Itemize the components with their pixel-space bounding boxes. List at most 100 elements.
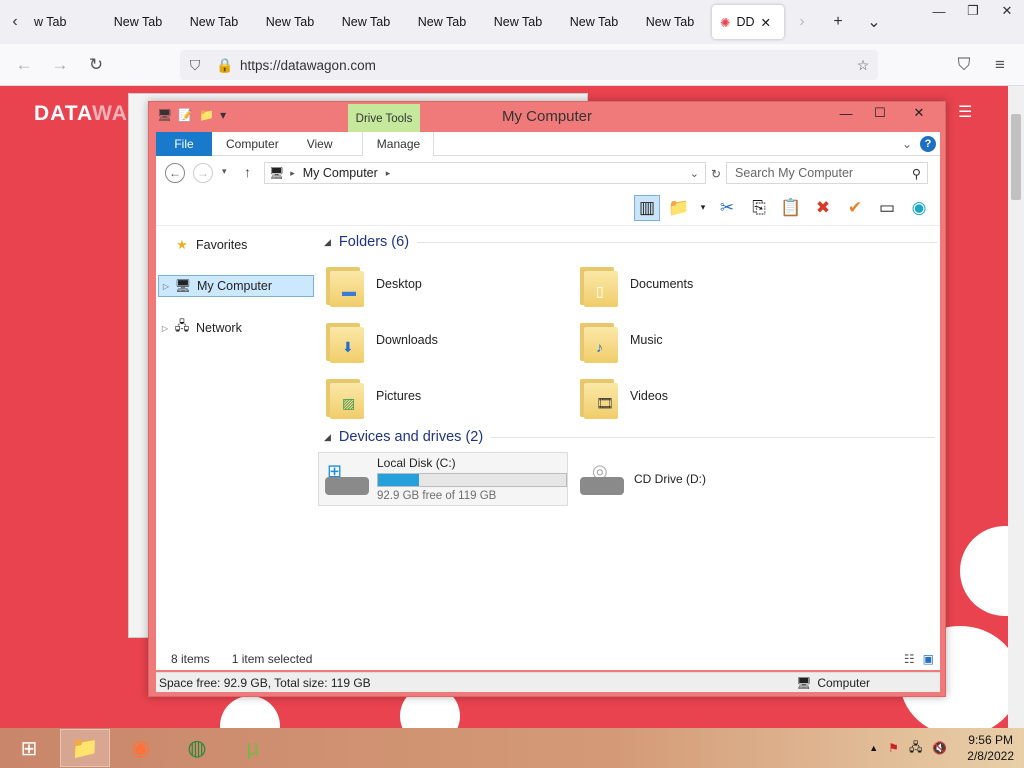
tray-overflow-icon[interactable]: ▲ xyxy=(869,743,878,753)
help-icon[interactable]: ? xyxy=(920,135,936,152)
devices-group-header[interactable]: ◢ Devices and drives (2) xyxy=(324,429,936,445)
close-tab-icon[interactable]: ✕ xyxy=(761,15,771,30)
folder-videos[interactable]: 🎞 Videos xyxy=(578,368,668,424)
browser-tab[interactable]: New Tab xyxy=(252,0,328,44)
forward-icon[interactable]: → xyxy=(193,163,213,183)
forward-icon[interactable]: → xyxy=(42,49,78,81)
search-icon[interactable]: ⚲ xyxy=(912,166,921,181)
back-icon[interactable]: ← xyxy=(6,49,42,81)
expand-arrow-icon[interactable]: ▷ xyxy=(158,324,172,333)
details-view-icon[interactable]: ☷ xyxy=(904,652,915,666)
status-bar: 8 items 1 item selected ☷ ▣ xyxy=(156,648,940,670)
collapse-arrow-icon[interactable]: ◢ xyxy=(324,432,331,443)
expand-arrow-icon[interactable]: ▷ xyxy=(159,282,173,291)
nav-network[interactable]: ▷ 🖧 Network xyxy=(158,317,314,339)
space-info: Space free: 92.9 GB, Total size: 119 GB xyxy=(159,675,371,690)
maximize-icon[interactable]: ☐ xyxy=(863,102,897,124)
action-center-flag-icon[interactable]: ⚑ xyxy=(888,741,899,755)
clock[interactable]: 9:56 PM 2/8/2022 xyxy=(967,732,1014,764)
preview-pane-icon[interactable]: ▥ xyxy=(634,194,660,221)
bookmark-star-icon[interactable]: ☆ xyxy=(848,57,878,74)
tab-list-chevron-icon[interactable]: ⌄ xyxy=(856,0,892,44)
browser-tab[interactable]: w Tab xyxy=(30,0,100,44)
folder-music[interactable]: ♪ Music xyxy=(578,312,663,368)
pocket-icon[interactable]: ⛉ xyxy=(946,49,982,81)
documents-folder-icon: ▯ xyxy=(578,261,620,307)
hamburger-icon[interactable]: ☰ xyxy=(958,102,974,122)
lock-icon[interactable]: 🔒 xyxy=(210,57,240,74)
browser-tab[interactable]: New Tab xyxy=(404,0,480,44)
paste-icon[interactable]: 📋 xyxy=(778,195,804,221)
url-bar[interactable]: ⛉ 🔒 https://datawagon.com ☆ xyxy=(180,50,878,80)
back-icon[interactable]: ← xyxy=(165,163,185,183)
folders-group-header[interactable]: ◢ Folders (6) xyxy=(324,234,938,250)
tab-scroll-right-icon[interactable]: › xyxy=(784,0,820,44)
checkmark-icon[interactable]: ✔ xyxy=(842,195,868,221)
tab-file[interactable]: File xyxy=(156,131,212,156)
address-field[interactable]: 🖥 ▸ My Computer ▸ ⌄ xyxy=(264,162,706,184)
browser-tab-active[interactable]: ✺ DD ✕ xyxy=(712,5,784,39)
page-scrollbar[interactable] xyxy=(1008,86,1024,728)
rename-icon[interactable]: ▭ xyxy=(874,195,900,221)
windows-start-icon[interactable]: ⊞ xyxy=(4,729,54,767)
browser-tab[interactable]: New Tab xyxy=(176,0,252,44)
breadcrumb-chevron-icon[interactable]: ▸ xyxy=(386,168,391,179)
copy-icon[interactable]: ⎘ xyxy=(746,195,772,221)
scrollbar-thumb[interactable] xyxy=(1011,114,1021,200)
reload-icon[interactable]: ↻ xyxy=(78,49,114,81)
pictures-folder-icon: ▨ xyxy=(324,373,366,419)
tab-scroll-left-icon[interactable]: ‹ xyxy=(0,0,30,44)
search-input[interactable]: Search My Computer ⚲ xyxy=(726,162,928,184)
tab-manage[interactable]: Manage xyxy=(362,131,435,156)
browser-tab[interactable]: New Tab xyxy=(556,0,632,44)
folder-desktop[interactable]: ▬ Desktop xyxy=(324,256,422,312)
utorrent-taskbar-icon[interactable]: µ xyxy=(228,729,278,767)
new-tab-icon[interactable]: + xyxy=(820,0,856,44)
minimize-icon[interactable]: — xyxy=(829,102,863,124)
browser-tab[interactable]: New Tab xyxy=(100,0,176,44)
close-window-icon[interactable]: ✕ xyxy=(990,0,1024,22)
globe-icon[interactable]: ◉ xyxy=(906,195,932,221)
firefox-taskbar-icon[interactable]: ◉ xyxy=(116,729,166,767)
folder-documents[interactable]: ▯ Documents xyxy=(578,256,693,312)
nav-favorites[interactable]: ★ Favorites xyxy=(158,234,314,256)
browser-tab[interactable]: New Tab xyxy=(328,0,404,44)
menu-icon[interactable]: ≡ xyxy=(982,49,1018,81)
refresh-icon[interactable]: ↻ xyxy=(706,163,726,185)
expand-ribbon-chevron-icon[interactable]: ⌄ xyxy=(902,137,912,151)
folder-downloads[interactable]: ⬇ Downloads xyxy=(324,312,438,368)
up-arrow-icon[interactable]: ↑ xyxy=(244,164,251,180)
large-icons-view-icon[interactable]: ▣ xyxy=(923,652,934,666)
network-tray-icon[interactable]: 🖧 xyxy=(909,738,922,759)
close-icon[interactable]: ✕ xyxy=(897,102,941,124)
minimize-icon[interactable]: — xyxy=(922,0,956,22)
browser-tab[interactable]: New Tab xyxy=(480,0,556,44)
chrome-taskbar-icon[interactable]: ◍ xyxy=(172,729,222,767)
file-explorer-taskbar-icon[interactable]: 📁 xyxy=(60,729,110,767)
tab-view[interactable]: View xyxy=(293,132,347,156)
folder-options-icon[interactable]: 📁 xyxy=(666,195,692,221)
options-chevron-icon[interactable]: ▾ xyxy=(698,195,708,221)
tab-computer[interactable]: Computer xyxy=(212,132,293,156)
explorer-title-bar[interactable]: 🖥 📝 📁 ▾ My Computer — ☐ ✕ xyxy=(149,102,945,132)
cut-icon[interactable]: ✂ xyxy=(714,195,740,221)
recent-chevron-icon[interactable]: ▾ xyxy=(222,166,227,177)
breadcrumb-my-computer[interactable]: My Computer xyxy=(303,166,378,180)
drive-cd-d[interactable]: ◎ CD Drive (D:) xyxy=(574,452,774,506)
volume-muted-icon[interactable]: 🔇 xyxy=(932,741,947,755)
breadcrumb-chevron-icon[interactable]: ▸ xyxy=(290,168,295,179)
browser-tab[interactable]: New Tab xyxy=(632,0,708,44)
drive-tools-context-label: Drive Tools xyxy=(348,104,420,134)
folder-pictures[interactable]: ▨ Pictures xyxy=(324,368,421,424)
tracking-shield-icon[interactable]: ⛉ xyxy=(180,57,210,74)
restore-icon[interactable]: ❐ xyxy=(956,0,990,22)
collapse-arrow-icon[interactable]: ◢ xyxy=(324,237,331,248)
cloud-decoration xyxy=(220,696,280,728)
hard-drive-icon: ⊞ xyxy=(323,459,369,499)
drive-local-disk-c[interactable]: ⊞ Local Disk (C:) 92.9 GB free of 119 GB xyxy=(318,452,568,506)
brand-logo[interactable]: DATAWA xyxy=(34,102,128,126)
url-text[interactable]: https://datawagon.com xyxy=(240,58,376,73)
nav-my-computer[interactable]: ▷ 🖥 My Computer xyxy=(158,275,314,297)
address-dropdown-icon[interactable]: ⌄ xyxy=(690,167,699,180)
delete-icon[interactable]: ✖ xyxy=(810,195,836,221)
